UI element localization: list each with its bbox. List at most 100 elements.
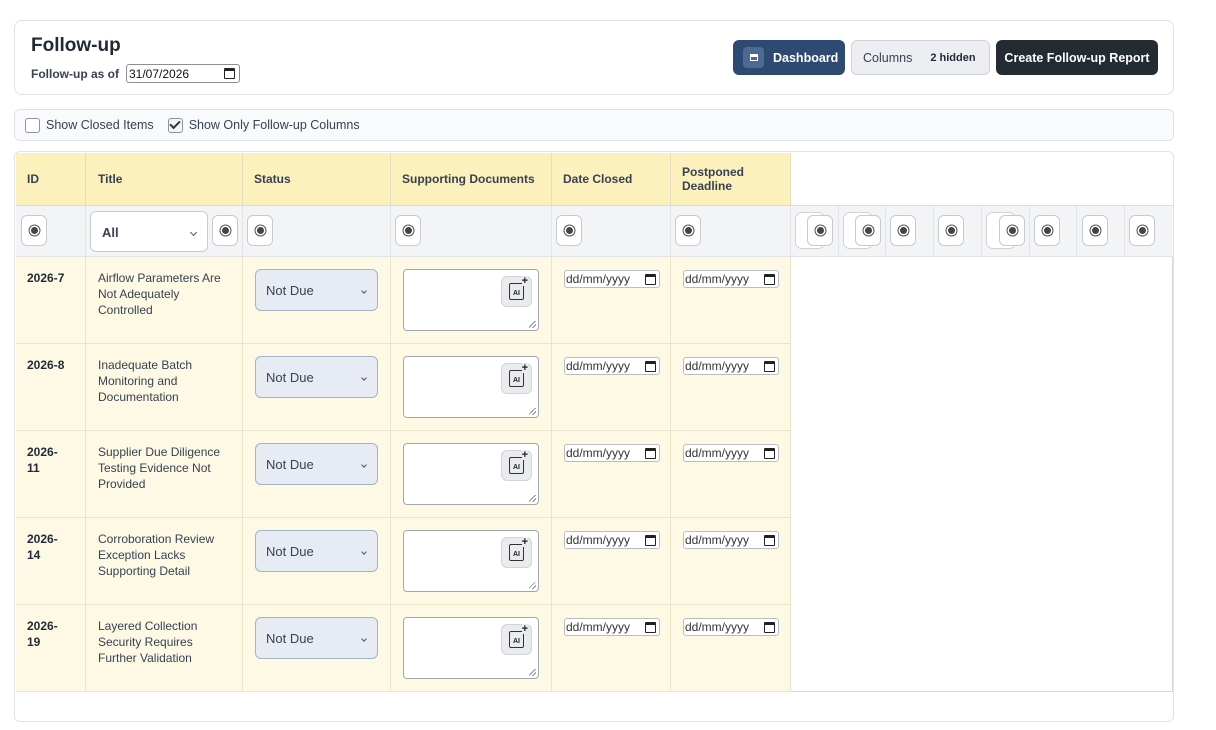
status-select[interactable]: Not Due [255, 269, 378, 311]
row-title: Airflow Parameters Are Not Adequately Co… [86, 257, 243, 344]
postponed-deadline-cell: dd/mm/yyyy [671, 605, 791, 692]
visibility-toggle-extra-3[interactable] [890, 215, 916, 246]
followup-columns-checkbox[interactable] [167, 117, 183, 133]
column-header-documents[interactable]: Supporting Documents [391, 153, 552, 206]
resize-handle-icon[interactable] [529, 495, 536, 502]
calendar-icon[interactable] [645, 360, 656, 372]
visibility-toggle-extra-8[interactable] [1129, 215, 1155, 246]
calendar-icon[interactable] [645, 621, 656, 633]
column-header-postponed-deadline[interactable]: Postponed Deadline [671, 153, 791, 206]
column-header-id[interactable]: ID [16, 153, 86, 206]
status-select[interactable]: Not Due [255, 530, 378, 572]
column-header-status[interactable]: Status [243, 153, 391, 206]
eye-icon [684, 227, 692, 234]
column-header-date-closed[interactable]: Date Closed [552, 153, 671, 206]
show-closed-toggle[interactable]: Show Closed Items [25, 117, 154, 133]
resize-handle-icon[interactable] [529, 321, 536, 328]
date-closed-input[interactable]: dd/mm/yyyy [564, 531, 660, 549]
ai-document-icon: AI [509, 363, 528, 387]
ai-document-button[interactable]: AI [501, 537, 532, 568]
ai-document-button[interactable]: AI [501, 363, 532, 394]
status-value: Not Due [266, 457, 314, 472]
table-row: 2026-8 Inadequate Batch Monitoring and D… [16, 344, 791, 431]
as-of-date-input[interactable]: 31/07/2026 [126, 64, 240, 83]
supporting-documents-textarea[interactable]: AI [403, 356, 539, 418]
supporting-documents-textarea[interactable]: AI [403, 530, 539, 592]
calendar-icon[interactable] [764, 273, 775, 285]
calendar-icon[interactable] [764, 621, 775, 633]
row-id: 2026-7 [16, 257, 86, 344]
postponed-deadline-input[interactable]: dd/mm/yyyy [683, 618, 779, 636]
postponed-deadline-input[interactable]: dd/mm/yyyy [683, 270, 779, 288]
calendar-icon[interactable] [764, 447, 775, 459]
date-closed-input[interactable]: dd/mm/yyyy [564, 357, 660, 375]
chevron-down-icon [361, 288, 367, 294]
visibility-toggle-status[interactable] [247, 215, 273, 246]
visibility-toggle-title[interactable] [212, 215, 238, 246]
postponed-deadline-input[interactable]: dd/mm/yyyy [683, 357, 779, 375]
date-closed-cell: dd/mm/yyyy [552, 344, 671, 431]
create-report-button[interactable]: Create Follow-up Report [996, 40, 1158, 75]
ai-document-button[interactable]: AI [501, 624, 532, 655]
visibility-toggle-extra-2[interactable] [855, 215, 881, 246]
chevron-down-icon [189, 228, 198, 237]
resize-handle-icon[interactable] [529, 669, 536, 676]
followup-columns-toggle[interactable]: Show Only Follow-up Columns [167, 117, 360, 133]
supporting-documents-textarea[interactable]: AI [403, 443, 539, 505]
status-select[interactable]: Not Due [255, 617, 378, 659]
title-filter-select[interactable]: All [90, 211, 208, 252]
calendar-icon[interactable] [764, 360, 775, 372]
visibility-toggle-extra-6[interactable] [1034, 215, 1060, 246]
dashboard-button[interactable]: Dashboard [733, 40, 845, 75]
calendar-icon[interactable] [645, 447, 656, 459]
resize-handle-icon[interactable] [529, 582, 536, 589]
documents-cell: AI [391, 431, 552, 518]
visibility-toggle-extra-4[interactable] [938, 215, 964, 246]
row-title: Inadequate Batch Monitoring and Document… [86, 344, 243, 431]
ai-document-button[interactable]: AI [501, 450, 532, 481]
visibility-toggle-extra-5[interactable] [999, 215, 1025, 246]
followup-table: ID Title Status Supporting Documents Dat… [14, 151, 1174, 722]
dashboard-icon [743, 47, 764, 68]
status-select[interactable]: Not Due [255, 356, 378, 398]
table-row: 2026-19 Layered Collection Security Requ… [16, 605, 791, 692]
as-of-row: Follow-up as of 31/07/2026 [31, 64, 240, 83]
eye-icon [947, 227, 955, 234]
columns-button[interactable]: Columns 2 hidden [851, 40, 990, 75]
calendar-icon[interactable] [645, 273, 656, 285]
postponed-deadline-input[interactable]: dd/mm/yyyy [683, 531, 779, 549]
documents-cell: AI [391, 605, 552, 692]
date-placeholder: dd/mm/yyyy [566, 359, 631, 373]
eye-icon [221, 227, 229, 234]
page-title: Follow-up [31, 35, 121, 56]
postponed-deadline-input[interactable]: dd/mm/yyyy [683, 444, 779, 462]
eye-icon [1091, 227, 1099, 234]
visibility-toggle-extra-7[interactable] [1082, 215, 1108, 246]
ai-document-icon: AI [509, 624, 528, 648]
page-header: Follow-up Follow-up as of 31/07/2026 Das… [14, 20, 1174, 95]
visibility-toggle-id[interactable] [21, 215, 47, 246]
visibility-toggle-documents[interactable] [395, 215, 421, 246]
supporting-documents-textarea[interactable]: AI [403, 269, 539, 331]
resize-handle-icon[interactable] [529, 408, 536, 415]
eye-icon [899, 227, 907, 234]
ai-document-button[interactable]: AI [501, 276, 532, 307]
date-closed-input[interactable]: dd/mm/yyyy [564, 270, 660, 288]
date-placeholder: dd/mm/yyyy [685, 620, 750, 634]
calendar-icon[interactable] [224, 68, 235, 79]
calendar-icon[interactable] [645, 534, 656, 546]
calendar-icon[interactable] [764, 534, 775, 546]
visibility-toggle-date-closed[interactable] [556, 215, 582, 246]
eye-icon [1043, 227, 1051, 234]
supporting-documents-textarea[interactable]: AI [403, 617, 539, 679]
visibility-toggle-postponed[interactable] [675, 215, 701, 246]
date-placeholder: dd/mm/yyyy [566, 272, 631, 286]
date-closed-input[interactable]: dd/mm/yyyy [564, 444, 660, 462]
status-select[interactable]: Not Due [255, 443, 378, 485]
visibility-toggle-extra-1[interactable] [807, 215, 833, 246]
status-cell: Not Due [243, 605, 391, 692]
column-header-title[interactable]: Title [86, 153, 243, 206]
show-closed-checkbox[interactable] [25, 117, 40, 133]
status-value: Not Due [266, 544, 314, 559]
date-closed-input[interactable]: dd/mm/yyyy [564, 618, 660, 636]
